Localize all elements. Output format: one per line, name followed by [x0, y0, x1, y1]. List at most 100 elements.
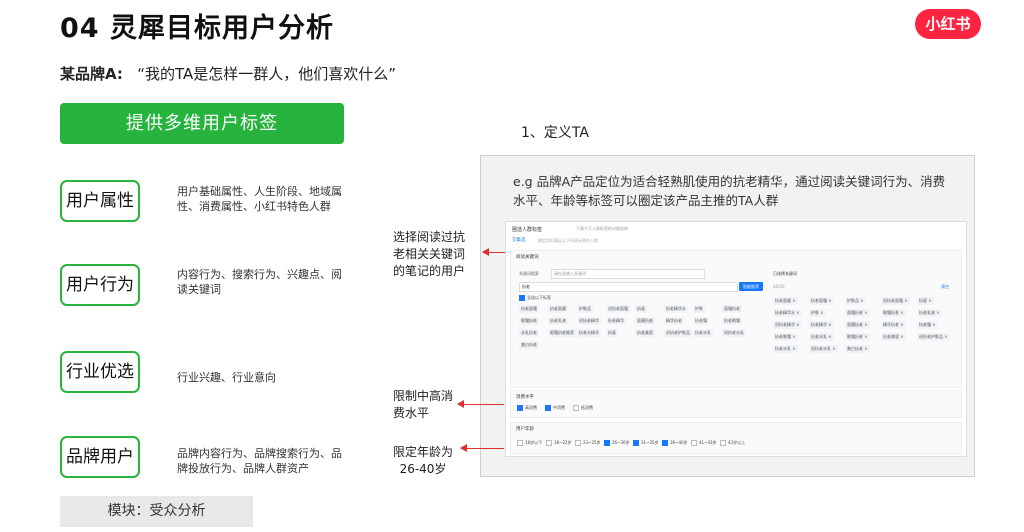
selected-keyword-chip[interactable]: 抗衰 ×: [917, 297, 934, 305]
tab-hint: 圈定同时满足以下所选标签的人群: [538, 238, 598, 243]
keyword-search-input[interactable]: 请在此输入关键词: [551, 269, 705, 279]
keyword-chip[interactable]: 抗老精华: [606, 317, 626, 325]
annotation-keyword: 选择阅读过抗老相关关键词的笔记的用户: [393, 230, 466, 278]
keyword-chip[interactable]: 初抗老面霜: [606, 305, 630, 313]
selected-keyword-chip[interactable]: 护肤品 ×: [845, 297, 866, 305]
age-checkbox[interactable]: 18~22岁: [546, 440, 572, 446]
selected-keyword-chip[interactable]: 初抗老水乳 ×: [809, 345, 838, 353]
keyword-chip[interactable]: 初抗老水乳: [722, 329, 746, 337]
keyword-chip[interactable]: 抗老水精华: [577, 329, 601, 337]
tag-user-behavior: 用户行为: [60, 264, 140, 306]
keyword-chip[interactable]: 抗老面霜: [519, 305, 539, 313]
consumption-section: 消费水平 高消费 中消费 低消费: [510, 390, 962, 418]
selected-keyword-chip[interactable]: 初抗老精华 ×: [773, 321, 802, 329]
tag-user-behavior-desc: 内容行为、搜索行为、兴趣点、阅读关键词: [177, 268, 342, 296]
step-define-ta: 1、定义TA: [521, 125, 589, 141]
age-checkbox[interactable]: 41~43岁: [691, 440, 717, 446]
keyword-chip[interactable]: 面膜抗老: [635, 317, 655, 325]
keyword-chip[interactable]: 抗老水乳: [693, 329, 713, 337]
keyword-chip[interactable]: 抗衰: [606, 329, 618, 337]
tag-industry-pick-desc: 行业兴趣、行业意向: [177, 371, 276, 384]
arrow-consumption: [457, 400, 504, 408]
selected-keywords-title: 已选择关键词: [773, 271, 797, 276]
age-checkbox[interactable]: 43岁以上: [720, 440, 745, 446]
keyword-chip[interactable]: 抗老美容: [635, 329, 655, 337]
keyword-chip[interactable]: 抗老面膜: [548, 305, 568, 313]
tab-intersection[interactable]: 交集选: [512, 237, 526, 243]
subtitle-quote: “我的TA是怎样一群人，他们喜欢什么”: [137, 65, 397, 83]
consumption-checkbox[interactable]: 低消费: [573, 405, 593, 411]
selected-count: 20/20: [773, 284, 785, 289]
keyword-chip[interactable]: 抗老眼霜: [722, 317, 742, 325]
arrow-keyword: [482, 248, 505, 256]
selected-keyword-chip[interactable]: 抗老面膜 ×: [773, 297, 798, 305]
keyword-chip[interactable]: 面霜抗老: [722, 305, 742, 313]
example-text: e.g 品牌A产品定位为适合轻熟肌使用的抗老精华，通过阅读关键词行为、消费水平、…: [513, 174, 946, 208]
selected-keyword-chip[interactable]: 抗老水乳 ×: [773, 345, 798, 353]
keyword-chip[interactable]: 护肤品: [577, 305, 593, 313]
keyword-chip[interactable]: 美白抗老: [519, 341, 539, 349]
keyword-section-title: 阅读关键词: [516, 255, 539, 260]
page-title: 04 灵犀目标用户分析: [60, 13, 334, 44]
selected-keyword-chip[interactable]: 护肤 ×: [809, 309, 826, 317]
age-checkbox[interactable]: 36~40岁: [662, 440, 688, 446]
tag-brand-users: 品牌用户: [60, 436, 140, 478]
consumption-checkbox[interactable]: 中消费: [545, 405, 565, 411]
tag-user-attributes: 用户属性: [60, 180, 140, 222]
selected-keyword-chip[interactable]: 精华抗老 ×: [881, 321, 906, 329]
keyword-chip[interactable]: 抗衰: [635, 305, 647, 313]
selected-keyword-chip[interactable]: 初抗老护肤品 ×: [917, 333, 950, 341]
smart-recommend-button[interactable]: 智能推荐: [739, 282, 763, 291]
selected-keyword-chip[interactable]: 抗老水乳 ×: [809, 333, 834, 341]
keyword-search-label: 关键词搜索: [519, 271, 539, 276]
keyword-section: 阅读关键词 关键词搜索 请在此输入关键词 抗老 智能推荐 全选以下标签 抗老面霜…: [510, 250, 962, 388]
tag-industry-pick: 行业优选: [60, 351, 140, 393]
selected-keyword-chip[interactable]: 初抗老面霜 ×: [881, 297, 910, 305]
select-all-checkbox[interactable]: 全选以下标签: [519, 295, 551, 301]
age-checkbox[interactable]: 31~35岁: [633, 440, 659, 446]
keyword-chip[interactable]: 初抗老护肤品: [664, 329, 692, 337]
keyword-chip[interactable]: 眼霜抗老: [519, 317, 539, 325]
keyword-chip[interactable]: 抗老乳液: [548, 317, 568, 325]
selected-keyword-chip[interactable]: 眼霜抗老 ×: [845, 333, 870, 341]
subtitle-brand: 某品牌A:: [60, 65, 123, 83]
selected-keyword-chip[interactable]: 眼霜抗老 ×: [881, 309, 906, 317]
selected-keyword-chip[interactable]: 抗老美容 ×: [881, 333, 906, 341]
keyword-chip[interactable]: 初抗老精华: [577, 317, 601, 325]
module-label: 模块：受众分析: [60, 496, 253, 527]
selected-keyword-chip[interactable]: 抗老眼霜 ×: [773, 333, 798, 341]
selected-keyword-chip[interactable]: 面膜抗老 ×: [845, 321, 870, 329]
keyword-chip[interactable]: 精华抗老: [664, 317, 684, 325]
audience-tag-screenshot: 圈选人群标签 下载千万人群标签的详细说明 交集选 圈定同时满足以下所选标签的人群…: [505, 221, 967, 457]
screenshot-header-hint: 下载千万人群标签的详细说明: [576, 226, 628, 231]
selected-keyword-chip[interactable]: 抗老面霜 ×: [809, 297, 834, 305]
arrow-age: [460, 444, 504, 452]
tag-user-attributes-desc: 用户基础属性、人生阶段、地域属性、消费属性、小红书特色人群: [177, 185, 342, 213]
clear-selected-link[interactable]: 清空: [941, 284, 949, 290]
consumption-section-title: 消费水平: [516, 395, 534, 400]
multi-dimension-tags-button[interactable]: 提供多维用户标签: [60, 103, 344, 144]
age-checkbox[interactable]: 26~30岁: [604, 440, 630, 446]
consumption-checkbox[interactable]: 高消费: [517, 405, 537, 411]
selected-keyword-chip[interactable]: 抗老精华 ×: [809, 321, 834, 329]
selected-keyword-chip[interactable]: 抗老精华水 ×: [773, 309, 802, 317]
selected-keyword-chip[interactable]: 美白抗老 ×: [845, 345, 870, 353]
age-section: 用户年龄 18岁以下 18~22岁 23~25岁 26~30岁 31~35岁 36~40岁…: [510, 422, 962, 454]
xiaohongshu-logo: 小红书: [915, 9, 981, 39]
keyword-chip[interactable]: 抗老精华水: [664, 305, 688, 313]
age-checkbox[interactable]: 18岁以下: [517, 440, 542, 446]
keyword-chip[interactable]: 眼霜抗老推荐: [548, 329, 576, 337]
keyword-chip[interactable]: 抗老霜: [693, 317, 709, 325]
subtitle: 某品牌A: “我的TA是怎样一群人，他们喜欢什么”: [60, 63, 396, 84]
tag-brand-users-desc: 品牌内容行为、品牌搜索行为、品牌投放行为、品牌人群资产: [177, 447, 342, 475]
selected-keyword-chip[interactable]: 抗老霜 ×: [917, 321, 938, 329]
age-section-title: 用户年龄: [516, 427, 534, 432]
screenshot-header: 圈选人群标签: [512, 227, 543, 233]
selected-keyword-chip[interactable]: 面霜抗老 ×: [845, 309, 870, 317]
selected-keyword-chip[interactable]: 抗老乳液 ×: [917, 309, 942, 317]
annotation-consumption: 限制中高消费水平: [393, 389, 454, 420]
keyword-chip[interactable]: 水乳抗老: [519, 329, 539, 337]
age-checkbox[interactable]: 23~25岁: [575, 440, 601, 446]
keyword-value-input[interactable]: 抗老: [519, 282, 738, 292]
keyword-chip[interactable]: 护肤: [693, 305, 705, 313]
